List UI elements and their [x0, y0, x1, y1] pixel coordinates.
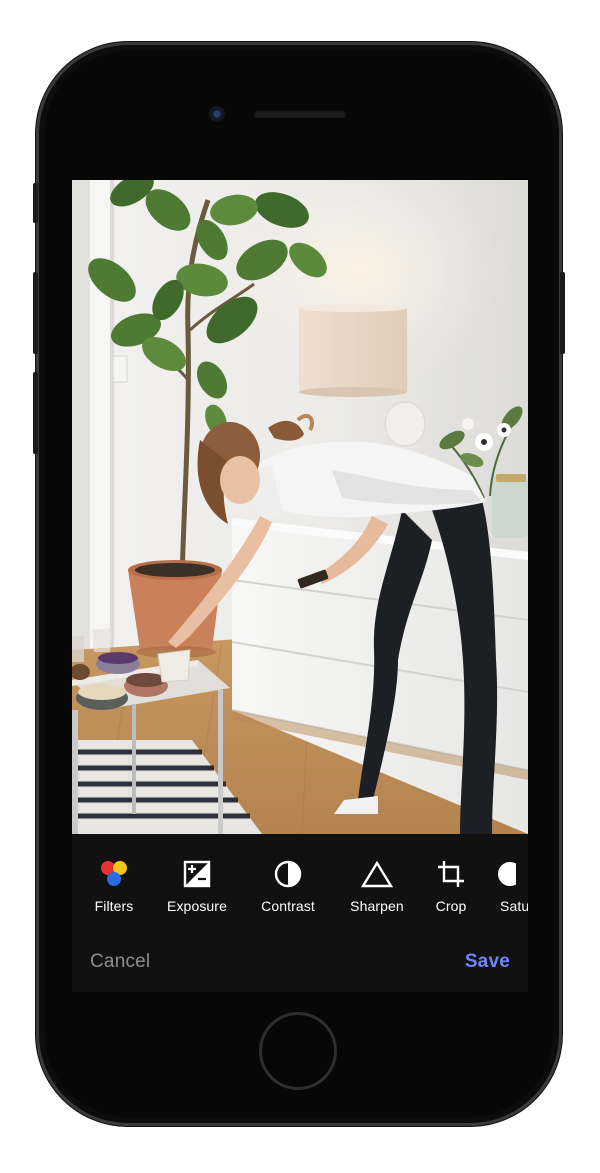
photo-editor-screen: Filters Exposure Contrast Sharpen Crop S… [72, 180, 528, 992]
mute-switch [33, 183, 38, 223]
exposure-icon [183, 858, 211, 890]
tool-label: Contrast [261, 898, 315, 914]
tool-sharpen[interactable]: Sharpen [342, 834, 412, 918]
contrast-icon [274, 858, 302, 890]
editor-actions: Cancel Save [72, 918, 528, 992]
tool-label: Filters [94, 898, 134, 914]
earpiece-speaker [254, 110, 346, 118]
tool-contrast[interactable]: Contrast [252, 834, 324, 918]
tool-label: Sharpen [350, 898, 404, 914]
tool-exposure[interactable]: Exposure [162, 834, 232, 918]
cancel-button[interactable]: Cancel [90, 951, 150, 973]
tool-label: Crop [435, 898, 467, 914]
home-button[interactable] [259, 1012, 337, 1090]
saturation-icon [496, 858, 516, 890]
front-camera [209, 106, 225, 122]
tool-crop[interactable]: Crop [428, 834, 474, 918]
tool-saturation[interactable]: Satu [496, 834, 528, 918]
tool-label: Exposure [167, 898, 227, 914]
crop-icon [437, 858, 465, 890]
volume-up-button [33, 272, 38, 354]
save-button[interactable]: Save [465, 951, 510, 973]
tool-filters[interactable]: Filters [82, 834, 146, 918]
sharpen-icon [361, 858, 393, 890]
edit-tools-bar: Filters Exposure Contrast Sharpen Crop S… [72, 834, 528, 918]
filters-icon [97, 858, 131, 890]
power-button [560, 272, 565, 354]
volume-down-button [33, 372, 38, 454]
tool-label: Satu [500, 898, 528, 914]
photo-preview[interactable] [72, 180, 528, 834]
